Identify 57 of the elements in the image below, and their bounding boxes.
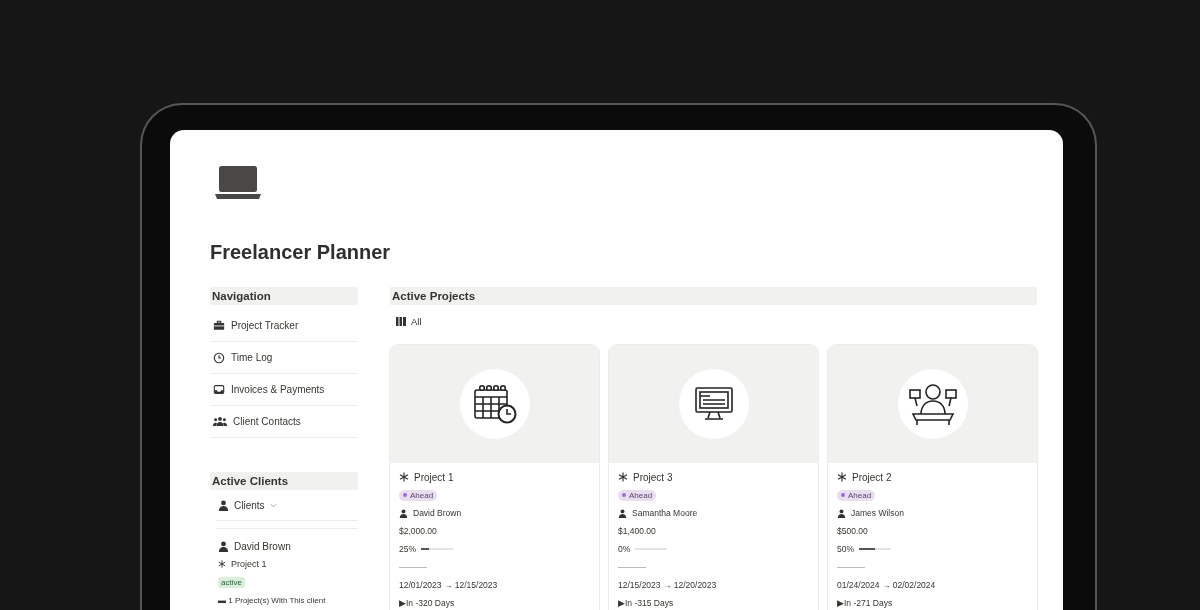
project-title: Project 3 [633,471,673,483]
client-name: Samantha Moore [632,508,698,518]
view-tab[interactable]: Clients [234,500,265,511]
nav-link[interactable]: Project Tracker [210,310,358,342]
computer-icon [693,386,734,422]
people-icon [213,416,227,427]
person-icon [218,500,229,511]
tray-icon [213,384,225,395]
view-tab[interactable]: All [411,315,422,327]
nav-link[interactable]: Invoices & Payments [210,374,358,406]
nav-link[interactable]: Client Contacts [210,406,358,438]
briefcase-icon [213,320,225,331]
section-heading: Active Projects [390,287,1037,305]
status-tag: active [218,576,245,588]
progress-value: 0% [618,544,631,554]
project-card[interactable]: Project 3 Ahead Samantha Moore $1,400.00 0% 12/15/2023 → 12/20/2023 ▶In -315 Days [609,345,818,610]
budget-value: $1,400.00 [618,526,656,536]
progress-value: 50% [837,544,854,554]
client-name: James Wilson [851,508,904,518]
nav-link[interactable]: Time Log [210,342,358,374]
person-icon [618,508,627,518]
due-text: ▶In -320 Days [399,598,455,608]
section-heading: Active Clients [210,472,358,490]
project-card[interactable]: Project 2 Ahead James Wilson $500.00 50% 01/24/2024 → 02/02/2024 ▶In -271 Days [828,345,1037,610]
project-title: Project 2 [852,471,892,483]
progress-value: 25% [399,544,416,554]
person-icon [218,540,229,552]
asterisk-icon [618,472,628,482]
calendar-clock-icon [472,384,517,424]
date-range: 12/01/2023 → 12/15/2023 [399,580,498,590]
clock-icon [213,351,225,364]
asterisk-icon [218,560,226,568]
status-tag: Ahead [618,489,657,501]
project-count: ▬ 1 Project(s) With This client [218,595,326,605]
budget-value: $2,000.00 [399,526,437,536]
project-title: Project 1 [414,471,454,483]
laptop-icon [215,166,261,200]
page-title: Freelancer Planner [210,240,391,264]
status-tag: Ahead [837,489,876,501]
client-name[interactable]: David Brown [234,540,291,552]
date-range: 01/24/2024 → 02/02/2024 [837,580,936,590]
person-icon [399,508,408,518]
chevron-down-icon [269,503,277,508]
section-heading: Navigation [210,287,358,305]
budget-value: $500.00 [837,526,868,536]
client-name: David Brown [413,508,462,518]
project-card[interactable]: Project 1 Ahead David Brown $2,000.00 25% 12/01/2023 → 12/15/2023 ▶In -320 Days [390,345,599,610]
project-link[interactable]: Project 1 [231,559,267,569]
board-view-icon [396,316,406,326]
date-range: 12/15/2023 → 12/20/2023 [618,580,717,590]
due-text: ▶In -271 Days [837,598,893,608]
due-text: ▶In -315 Days [618,598,674,608]
person-at-desk-drawing [907,382,958,426]
status-tag: Ahead [399,489,438,501]
asterisk-icon [399,472,409,482]
person-icon [837,508,846,518]
asterisk-icon [837,472,847,482]
